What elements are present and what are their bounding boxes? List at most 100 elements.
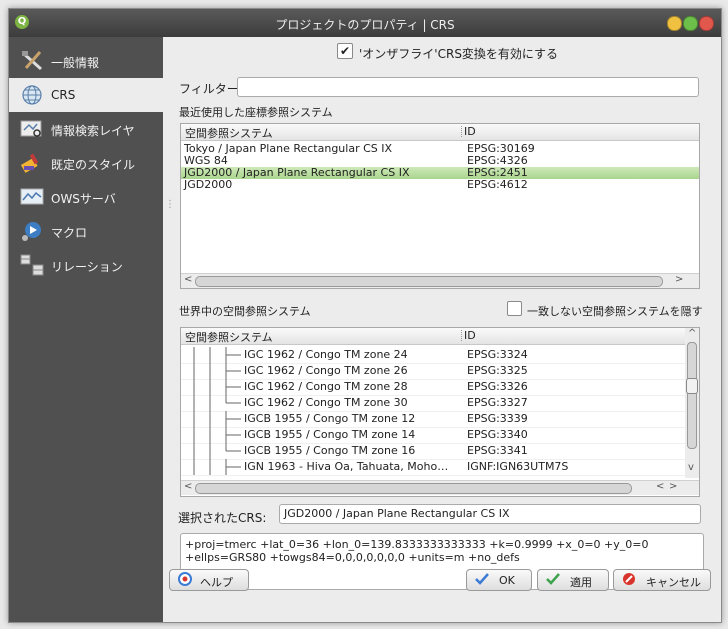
crs-name: IGCB 1955 / Congo TM zone 14 — [244, 428, 416, 441]
proj-string-line: +proj=tmerc +lat_0=36 +lon_0=139.8333333… — [185, 538, 649, 551]
crs-id: EPSG:3326 — [467, 380, 528, 393]
crs-name: IGCB 1955 / Congo TM zone 16 — [244, 444, 416, 457]
paint-brush-icon — [20, 153, 39, 173]
tree-row[interactable]: IGN 1963 - Hiva Oa, Tahuata, Moho… IGNF:… — [181, 459, 685, 476]
crs-name: IGN 1963 - Hiva Oa, Tahuata, Moho… — [244, 460, 449, 473]
tree-branch-lines — [193, 443, 241, 459]
world-crs-table: 空間参照システム ID IGC 1962 / Congo TM zone 24 … — [180, 327, 700, 497]
sidebar-item-label: 情報検索レイヤ — [51, 124, 135, 138]
table-row[interactable]: JGD2000 EPSG:4612 — [181, 179, 699, 191]
ows-server-icon — [20, 188, 44, 205]
selected-crs-field[interactable]: JGD2000 / Japan Plane Rectangular CS IX — [279, 504, 701, 524]
horizontal-scrollbar[interactable]: < > — [181, 273, 699, 288]
scrollbar-thumb[interactable] — [195, 276, 663, 287]
column-header-crs[interactable]: 空間参照システム — [185, 125, 273, 141]
tree-branch-lines — [193, 363, 241, 379]
crs-id: EPSG:3340 — [467, 428, 528, 441]
maximize-button[interactable] — [683, 16, 698, 31]
scrollbar-thumb[interactable] — [686, 378, 698, 394]
sidebar-item-ows-server[interactable]: OWSサーバ — [9, 180, 163, 214]
tree-row[interactable]: IGC 1962 / Congo TM zone 24 EPSG:3324 — [181, 347, 685, 364]
tree-row[interactable]: IGC 1962 / Congo TM zone 28 EPSG:3326 — [181, 379, 685, 396]
apply-button[interactable]: 適用 — [537, 569, 609, 591]
scroll-right-arrow-icon[interactable]: > — [675, 274, 683, 285]
apply-button-label: 適用 — [570, 576, 592, 589]
column-separator[interactable] — [461, 330, 463, 341]
tools-icon — [22, 51, 42, 71]
help-button[interactable]: ヘルプ — [169, 569, 249, 591]
crs-id: EPSG:3327 — [467, 396, 528, 409]
scroll-up-arrow-icon[interactable]: ^ — [688, 328, 696, 339]
scrollbar-track[interactable] — [687, 342, 697, 449]
check-icon — [475, 573, 489, 585]
cancel-button[interactable]: キャンセル — [613, 569, 711, 591]
sidebar-item-label: OWSサーバ — [51, 192, 116, 206]
filter-input[interactable] — [237, 77, 699, 97]
globe-icon — [22, 85, 42, 105]
sidebar-item-relations[interactable]: リレーション — [9, 248, 163, 282]
crs-id: EPSG:3339 — [467, 412, 528, 425]
column-header-id[interactable]: ID — [464, 125, 476, 138]
minimize-button[interactable] — [667, 16, 682, 31]
crs-id: EPSG:3324 — [467, 348, 528, 361]
cancel-icon — [623, 573, 635, 585]
crs-name: IGC 1962 / Congo TM zone 28 — [244, 380, 408, 393]
vertical-scrollbar[interactable]: ^ v — [685, 328, 699, 478]
sidebar-item-label: リレーション — [51, 260, 123, 274]
scroll-right-arrow-icon[interactable]: > — [669, 481, 677, 492]
scrollbar-thumb[interactable] — [195, 483, 632, 494]
help-button-label: ヘルプ — [200, 576, 233, 589]
horizontal-scrollbar[interactable]: < < > — [181, 480, 699, 495]
relations-icon — [20, 254, 44, 276]
sidebar-item-general[interactable]: 一般情報 — [9, 44, 163, 78]
column-separator[interactable] — [461, 126, 463, 137]
column-header-crs[interactable]: 空間参照システム — [185, 329, 273, 345]
table-header: 空間参照システム ID — [181, 124, 699, 141]
sidebar-item-label: マクロ — [51, 226, 88, 240]
recent-crs-label: 最近使用した座標参照システム — [179, 106, 333, 119]
crs-name: JGD2000 — [184, 178, 233, 191]
sidebar-item-macros[interactable]: マクロ — [9, 214, 163, 248]
scroll-left-arrow-icon[interactable]: < — [184, 481, 192, 492]
sidebar-item-label: CRS — [51, 88, 76, 102]
window-title: プロジェクトのプロパティ | CRS — [275, 18, 455, 32]
scroll-down-arrow-icon[interactable]: v — [688, 462, 694, 473]
recent-crs-table: 空間参照システム ID Tokyo / Japan Plane Rectangu… — [180, 123, 700, 289]
hide-deprecated-checkbox[interactable] — [507, 301, 522, 316]
crs-panel: ✔ 'オンザフライ'CRS変換を有効にする フィルター 最近使用した座標参照シス… — [169, 37, 721, 622]
otf-checkbox-label: 'オンザフライ'CRS変換を有効にする — [359, 47, 559, 61]
proj-string-line: +ellps=GRS80 +towgs84=0,0,0,0,0,0,0 +uni… — [185, 551, 520, 564]
tree-row[interactable]: IGC 1962 / Congo TM zone 30 EPSG:3327 — [181, 395, 685, 412]
sidebar-item-label: 既定のスタイル — [51, 158, 136, 172]
sidebar-item-crs[interactable]: CRS — [9, 78, 163, 112]
tree-branch-lines — [193, 379, 241, 395]
cancel-button-label: キャンセル — [646, 576, 701, 589]
tree-row[interactable]: IGCB 1955 / Congo TM zone 12 EPSG:3339 — [181, 411, 685, 428]
tree-branch-lines — [193, 459, 241, 475]
project-properties-window: Q プロジェクトのプロパティ | CRS 一般情報 CRS 情報検索レイヤ 既定… — [8, 8, 722, 623]
sidebar-item-default-styles[interactable]: 既定のスタイル — [9, 146, 163, 180]
sidebar: 一般情報 CRS 情報検索レイヤ 既定のスタイル OWSサーバ マクロ リレーシ… — [9, 37, 163, 622]
otf-checkbox[interactable]: ✔ — [337, 43, 353, 59]
table-row[interactable]: Tokyo / Japan Plane Rectangular CS IX EP… — [181, 143, 699, 155]
world-crs-label: 世界中の空間参照システム — [179, 305, 311, 318]
crs-id: EPSG:4612 — [467, 178, 528, 191]
scroll-left-arrow-icon-2[interactable]: < — [656, 481, 664, 492]
tree-row[interactable]: IGCB 1955 / Congo TM zone 16 EPSG:3341 — [181, 443, 685, 460]
table-header: 空間参照システム ID — [181, 328, 685, 345]
tree-row[interactable]: IGC 1962 / Congo TM zone 26 EPSG:3325 — [181, 363, 685, 380]
close-button[interactable] — [699, 16, 714, 31]
identify-layers-icon — [20, 120, 42, 137]
filter-label: フィルター — [179, 82, 239, 96]
title-bar[interactable]: Q プロジェクトのプロパティ | CRS — [9, 9, 721, 37]
column-header-id[interactable]: ID — [464, 329, 476, 342]
crs-name: IGCB 1955 / Congo TM zone 12 — [244, 412, 416, 425]
crs-name: IGC 1962 / Congo TM zone 24 — [244, 348, 408, 361]
tree-row[interactable]: IGCB 1955 / Congo TM zone 14 EPSG:3340 — [181, 427, 685, 444]
selected-crs-label: 選択されたCRS: — [178, 511, 267, 525]
ok-button[interactable]: OK — [466, 569, 532, 591]
scroll-left-arrow-icon[interactable]: < — [184, 274, 192, 285]
table-row-selected[interactable]: JGD2000 / Japan Plane Rectangular CS IX … — [181, 167, 699, 179]
sidebar-item-label: 一般情報 — [51, 56, 100, 70]
sidebar-item-identify-layers[interactable]: 情報検索レイヤ — [9, 112, 163, 146]
